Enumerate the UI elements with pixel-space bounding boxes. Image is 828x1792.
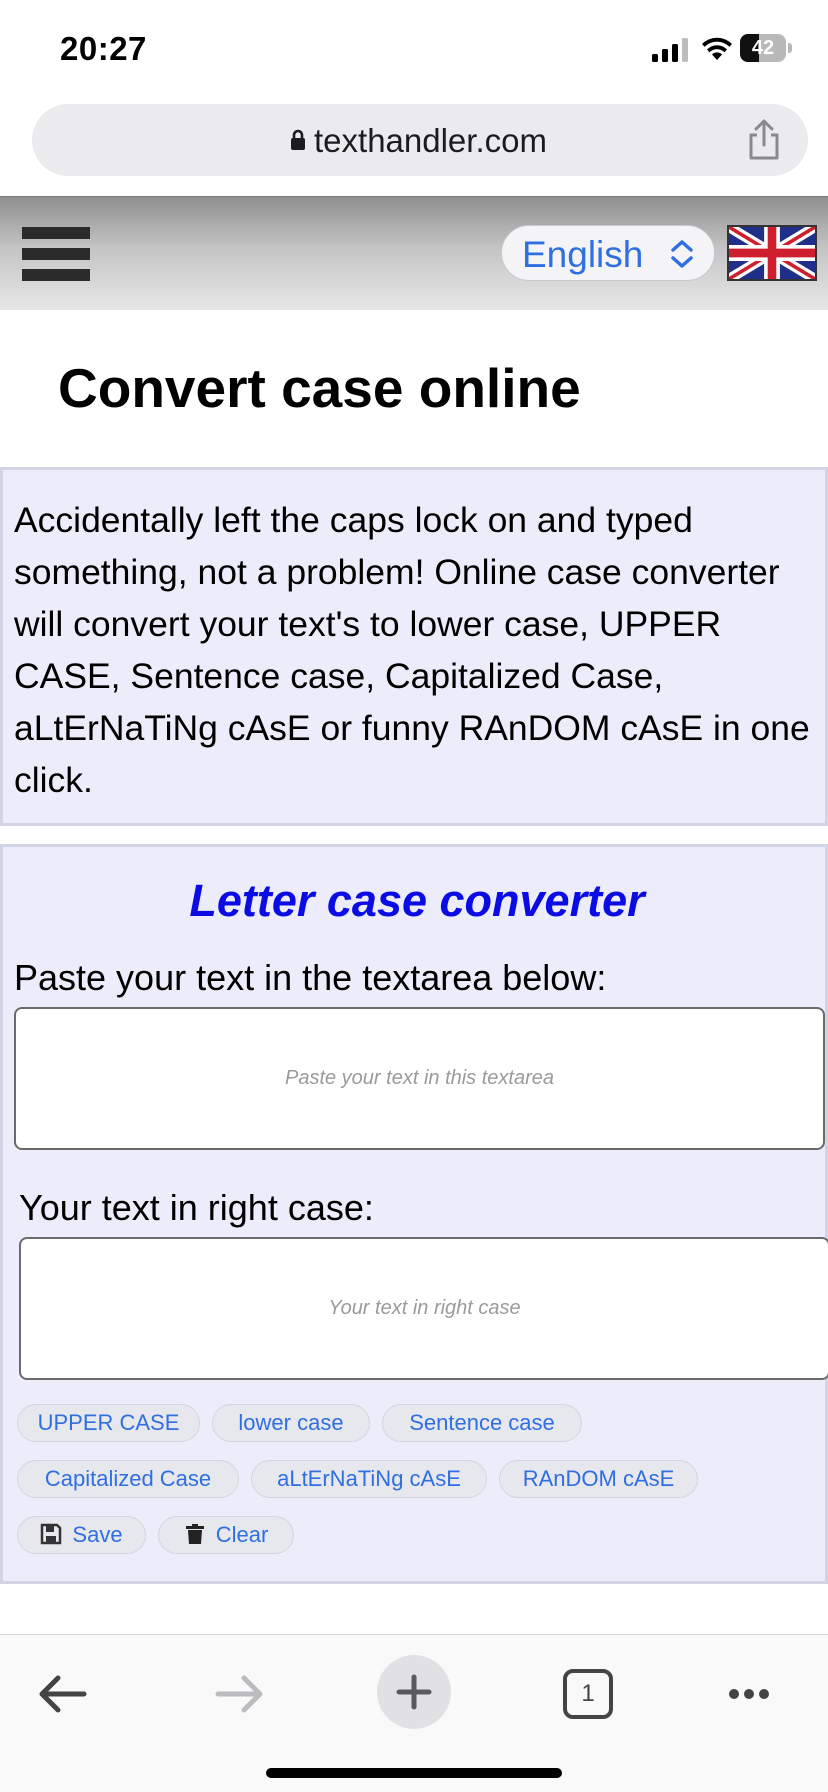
sentence-case-button[interactable]: Sentence case [382, 1404, 582, 1442]
intro-panel: Accidentally left the caps lock on and t… [0, 467, 828, 826]
alternating-case-button[interactable]: aLtErNaTiNg cAsE [251, 1460, 487, 1498]
chevron-up-down-icon [671, 240, 693, 268]
share-icon[interactable] [744, 118, 784, 162]
battery-icon: 42 [740, 34, 792, 62]
forward-arrow-icon[interactable] [202, 1657, 276, 1731]
clear-label: Clear [215, 1522, 269, 1547]
back-arrow-icon[interactable] [26, 1657, 100, 1731]
battery-level: 42 [751, 37, 775, 59]
cellular-signal-icon [652, 38, 688, 62]
upper-case-button[interactable]: UPPER CASE [17, 1404, 200, 1442]
new-tab-button[interactable] [377, 1655, 451, 1729]
page-title: Convert case online [58, 357, 581, 419]
tab-count: 1 [581, 1680, 595, 1707]
random-case-label: RAnDOM cAsE [522, 1466, 675, 1491]
output-label: Your text in right case: [19, 1187, 374, 1228]
home-indicator [266, 1768, 562, 1778]
tabs-button[interactable]: 1 [551, 1657, 625, 1731]
converter-panel: Letter case converter Paste your text in… [0, 844, 828, 1584]
upper-case-label: UPPER CASE [37, 1410, 180, 1435]
wifi-icon [702, 37, 732, 60]
language-select-value: English [522, 234, 644, 275]
lock-icon [291, 129, 305, 150]
plus-icon [396, 1674, 432, 1710]
save-label: Save [72, 1522, 123, 1547]
random-case-button[interactable]: RAnDOM cAsE [499, 1460, 698, 1498]
input-label: Paste your text in the textarea below: [14, 957, 607, 998]
clear-button[interactable]: Clear [158, 1516, 294, 1554]
floppy-disk-icon [41, 1523, 62, 1545]
input-textarea[interactable] [14, 1007, 825, 1150]
output-textarea[interactable] [19, 1237, 828, 1380]
uk-flag-icon[interactable] [727, 225, 817, 281]
status-time: 20:27 [60, 30, 147, 67]
more-icon[interactable] [712, 1657, 786, 1731]
status-bar: 20:27 42 [0, 0, 828, 96]
address-bar[interactable]: texthandler.com [32, 104, 808, 176]
converter-heading: Letter case converter [189, 875, 645, 926]
sentence-case-label: Sentence case [409, 1410, 555, 1435]
url-text: texthandler.com [314, 122, 547, 159]
capitalized-case-label: Capitalized Case [44, 1466, 212, 1491]
site-header: English [0, 196, 828, 310]
trash-icon [185, 1524, 204, 1544]
alternating-case-label: aLtErNaTiNg cAsE [277, 1466, 461, 1491]
hamburger-menu-icon[interactable] [22, 227, 90, 281]
language-select[interactable]: English [501, 225, 715, 281]
capitalized-case-button[interactable]: Capitalized Case [17, 1460, 239, 1498]
lower-case-label: lower case [238, 1410, 344, 1435]
save-button[interactable]: Save [17, 1516, 146, 1554]
intro-text: Accidentally left the caps lock on and t… [14, 500, 810, 800]
lower-case-button[interactable]: lower case [212, 1404, 370, 1442]
